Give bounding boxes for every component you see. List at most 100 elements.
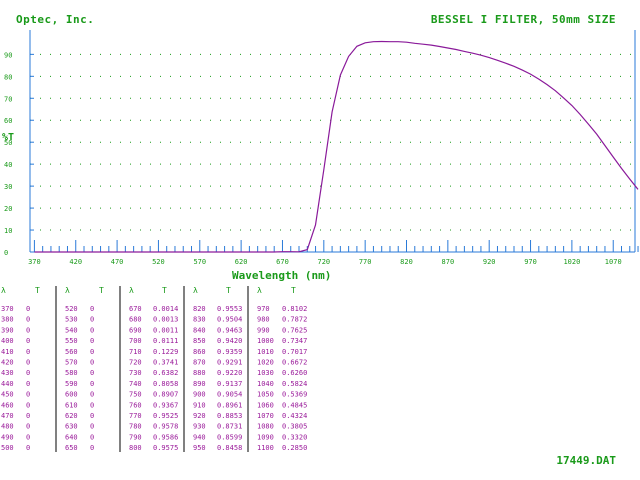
x-tick-label: 470 xyxy=(111,258,124,266)
table-cell-transmission: 0 xyxy=(90,369,94,377)
table-cell-wavelength: 370 xyxy=(1,305,14,313)
table-cell-transmission: 0.3741 xyxy=(153,359,178,367)
table-cell-wavelength: 960 xyxy=(193,455,206,456)
table-cell-transmission: 0.6672 xyxy=(282,359,307,367)
table-header-t: T xyxy=(99,286,104,295)
table-cell-wavelength: 910 xyxy=(193,401,206,409)
table-cell-transmission: 0 xyxy=(90,433,94,441)
table-cell-transmission: 0.6382 xyxy=(153,369,178,377)
table-cell-transmission: 0.8961 xyxy=(217,401,242,409)
table-cell-transmission: 0.9420 xyxy=(217,337,242,345)
table-cell-wavelength: 880 xyxy=(193,369,206,377)
table-cell-transmission: 0.7872 xyxy=(282,316,307,324)
table-cell-transmission: 0 xyxy=(90,455,94,456)
table-cell-transmission: 0.8058 xyxy=(153,380,178,388)
table-cell-transmission: 0.9575 xyxy=(153,444,178,452)
table-cell-transmission: 0 xyxy=(26,369,30,377)
y-tick-label: 70 xyxy=(4,95,12,103)
table-cell-wavelength: 390 xyxy=(1,326,14,334)
table-cell-wavelength: 710 xyxy=(129,348,142,356)
table-cell-transmission: 0.0014 xyxy=(153,305,178,313)
x-tick-label: 620 xyxy=(235,258,248,266)
table-cell-transmission: 0.0111 xyxy=(153,337,178,345)
table-cell-transmission: 0.5824 xyxy=(282,380,307,388)
table-cell-transmission: 0.9220 xyxy=(217,369,242,377)
y-axis-label: %T xyxy=(2,132,15,143)
data-table: λ T 370 0 380 0 390 0 400 0 410 0 420 0 430 0 440 0 450 0 46… xyxy=(1,286,307,456)
table-cell-wavelength: 680 xyxy=(129,316,142,324)
table-cell-wavelength: 630 xyxy=(65,423,78,431)
table-cell-transmission: 0.2850 xyxy=(282,444,307,452)
table-cell-transmission: 0.3805 xyxy=(282,423,307,431)
table-cell-wavelength: 700 xyxy=(129,337,142,345)
table-cell-wavelength: 850 xyxy=(193,337,206,345)
table-cell-transmission: 0 xyxy=(90,305,94,313)
table-cell-wavelength: 480 xyxy=(1,423,14,431)
table-cell-transmission: 0.0013 xyxy=(153,316,178,324)
data-filename: 17449.DAT xyxy=(556,454,616,467)
table-cell-wavelength: 900 xyxy=(193,391,206,399)
table-cell-transmission: 0.9463 xyxy=(217,326,242,334)
table-cell-transmission: 0.8102 xyxy=(282,305,307,313)
x-tick-label: 820 xyxy=(400,258,413,266)
table-cell-transmission: 0.9553 xyxy=(217,305,242,313)
table-cell-wavelength: 580 xyxy=(65,369,78,377)
table-cell-transmission: 0.5369 xyxy=(282,391,307,399)
table-cell-wavelength: 730 xyxy=(129,369,142,377)
table-cell-wavelength: 840 xyxy=(193,326,206,334)
x-tick-label: 770 xyxy=(359,258,372,266)
table-cell-transmission: 0 xyxy=(26,455,30,456)
table-header-lambda: λ xyxy=(129,286,134,295)
table-cell-wavelength: 560 xyxy=(65,348,78,356)
table-cell-wavelength: 640 xyxy=(65,433,78,441)
table-cell-transmission: 0.8853 xyxy=(217,412,242,420)
table-cell-wavelength: 950 xyxy=(193,444,206,452)
table-cell-wavelength: 510 xyxy=(1,455,14,456)
y-tick-label: 30 xyxy=(4,183,12,191)
table-cell-wavelength: 660 xyxy=(65,455,78,456)
table-cell-transmission: 0 xyxy=(26,359,30,367)
table-cell-transmission: 0 xyxy=(26,412,30,420)
table-cell-wavelength: 720 xyxy=(129,359,142,367)
table-cell-wavelength: 550 xyxy=(65,337,78,345)
table-cell-transmission: 0 xyxy=(26,444,30,452)
table-cell-wavelength: 760 xyxy=(129,401,142,409)
y-tick-label: 10 xyxy=(4,227,12,235)
x-tick-label: 970 xyxy=(524,258,537,266)
table-cell-transmission: 0 xyxy=(90,348,94,356)
table-cell-transmission: 0 xyxy=(26,433,30,441)
table-cell-transmission: 0 xyxy=(26,401,30,409)
table-cell-wavelength: 490 xyxy=(1,433,14,441)
table-cell-transmission: 0.1229 xyxy=(153,348,178,356)
table-cell-transmission: 0 xyxy=(90,444,94,452)
table-cell-transmission: 0.4324 xyxy=(282,412,307,420)
table-cell-wavelength: 870 xyxy=(193,359,206,367)
table-cell-wavelength: 430 xyxy=(1,369,14,377)
table-cell-transmission: 0.7347 xyxy=(282,337,307,345)
table-cell-wavelength: 830 xyxy=(193,316,206,324)
table-cell-transmission: 0.7017 xyxy=(282,348,307,356)
table-cell-transmission: 0 xyxy=(26,380,30,388)
table-cell-transmission: 0 xyxy=(90,391,94,399)
x-tick-label: 720 xyxy=(317,258,330,266)
y-tick-label: 20 xyxy=(4,205,12,213)
table-cell-wavelength: 600 xyxy=(65,391,78,399)
axes: 0102030405060708090 xyxy=(4,30,636,257)
table-cell-wavelength: 890 xyxy=(193,380,206,388)
x-tick-label: 1070 xyxy=(605,258,622,266)
table-cell-transmission: 0 xyxy=(90,412,94,420)
table-cell-wavelength: 520 xyxy=(65,305,78,313)
x-tick-label: 420 xyxy=(69,258,82,266)
table-header-t: T xyxy=(291,286,296,295)
table-cell-wavelength: 610 xyxy=(65,401,78,409)
table-cell-wavelength: 1020 xyxy=(257,359,274,367)
table-cell-wavelength: 740 xyxy=(129,380,142,388)
table-cell-wavelength: 1030 xyxy=(257,369,274,377)
table-cell-transmission: 0.9054 xyxy=(217,391,242,399)
x-ticks: 370 420 470 520 570 620 670 720 770 820 870 920 970 1… xyxy=(28,240,639,266)
table-cell-wavelength: 790 xyxy=(129,433,142,441)
grid xyxy=(30,53,635,231)
table-cell-wavelength: 820 xyxy=(193,305,206,313)
y-tick-label: 60 xyxy=(4,117,12,125)
table-cell-transmission: 0.8599 xyxy=(217,433,242,441)
